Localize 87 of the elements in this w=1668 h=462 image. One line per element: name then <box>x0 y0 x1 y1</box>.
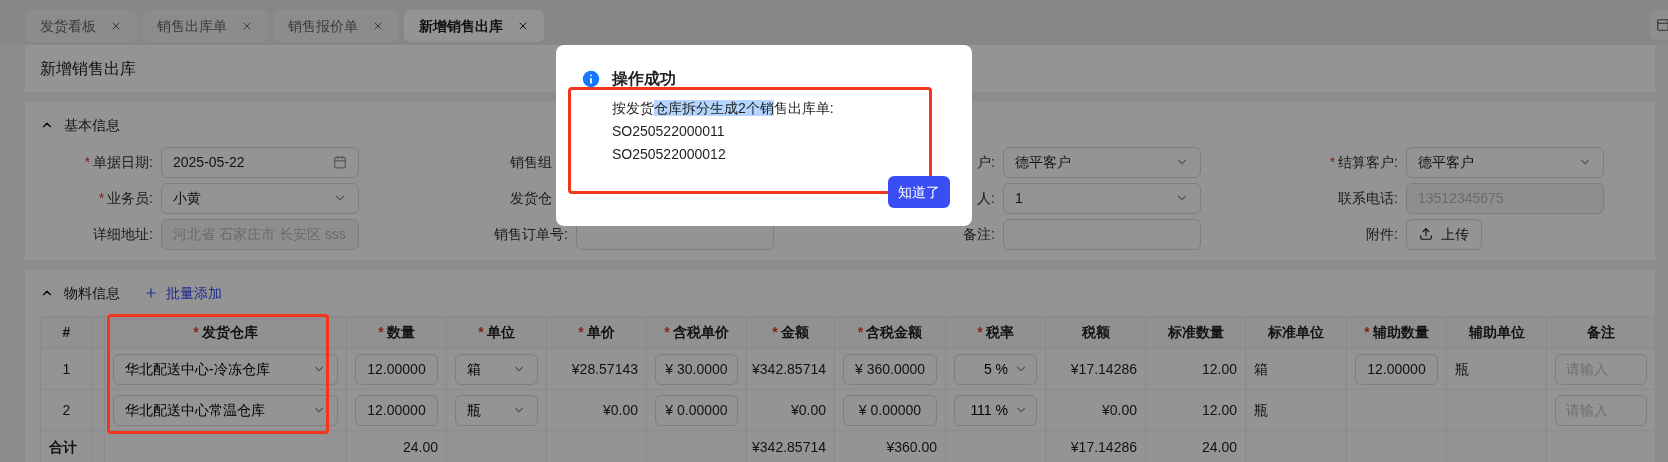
close-icon[interactable] <box>110 20 122 32</box>
table-cell-text: 合计 <box>49 438 77 457</box>
select-field[interactable]: 1 <box>1003 182 1201 214</box>
table-cell-text: ¥0.00 <box>790 400 826 420</box>
batch-add-button[interactable]: 批量添加 <box>144 282 222 304</box>
table-cell-text: 2 <box>62 400 71 420</box>
table-cell-text: 24.00 <box>402 438 438 457</box>
panel-icon <box>1656 18 1668 32</box>
close-icon[interactable] <box>241 20 253 32</box>
table-cell-text: ¥17.14286 <box>1070 359 1137 379</box>
info-icon <box>580 68 602 90</box>
input-field[interactable]: ¥ 0.00000 <box>655 394 738 426</box>
column-header: 标准数量 <box>1167 323 1224 342</box>
select-field[interactable]: 华北配送中心-冷冻仓库 <box>113 353 338 385</box>
table-cell-text: 瓶 <box>1455 359 1469 379</box>
acknowledge-button[interactable]: 知道了 <box>888 176 950 208</box>
table-cell-text: 12.00 <box>1201 359 1237 379</box>
field-label: 详细地址: <box>93 224 153 244</box>
select-field[interactable]: 小黄 <box>161 182 359 214</box>
table-cell-text: ¥0.00 <box>602 400 638 420</box>
field-label: 发货仓 <box>510 188 552 208</box>
section-title: 物料信息 <box>64 283 120 303</box>
column-header: * 单价 <box>578 323 615 342</box>
column-header: 辅助单位 <box>1468 323 1525 342</box>
select-field[interactable]: 5 % <box>954 353 1037 385</box>
field-label: * 单据日期: <box>84 152 153 172</box>
select-field[interactable]: 华北配送中心常温仓库 <box>113 394 338 426</box>
tab[interactable]: 销售出库单 <box>142 10 268 42</box>
input-field[interactable]: 12.00000 <box>355 353 438 385</box>
select-field[interactable]: 德平客户 <box>1406 146 1604 178</box>
column-header: * 税率 <box>977 323 1014 342</box>
table-cell-text: ¥28.57143 <box>571 359 638 379</box>
table-cell-text: 箱 <box>1254 359 1268 379</box>
field-label: 人: <box>977 188 995 208</box>
select-field[interactable]: 瓶 <box>455 394 538 426</box>
input-field[interactable]: ¥ 0.00000 <box>843 394 937 426</box>
plus-icon <box>144 286 158 300</box>
input-field[interactable]: ¥ 30.0000 <box>655 353 738 385</box>
close-icon[interactable] <box>517 20 529 32</box>
order-number: SO250522000012 <box>612 145 727 164</box>
field-label: 户: <box>977 152 995 172</box>
column-header: * 发货仓库 <box>193 323 258 342</box>
table-cell-text: ¥342.85714 <box>752 359 826 379</box>
column-header: # <box>62 323 71 342</box>
select-field[interactable]: 111 % <box>954 394 1037 426</box>
table-cell-text: ¥360.00 <box>886 438 937 457</box>
field-label: 附件: <box>1366 224 1398 244</box>
upload-icon <box>1419 227 1433 241</box>
table-cell-text: 24.00 <box>1201 438 1237 457</box>
column-header: * 单位 <box>478 323 515 342</box>
date-field[interactable]: 2025-05-22 <box>161 146 359 178</box>
table-cell-text: 1 <box>62 359 71 379</box>
field-label: 销售订单号: <box>494 224 568 244</box>
tab[interactable]: 新增销售出库 <box>404 10 544 42</box>
section-title: 基本信息 <box>64 115 120 135</box>
page-title: 新增销售出库 <box>40 58 136 79</box>
field-label: 销售组 <box>510 152 552 172</box>
order-number: SO250522000011 <box>612 122 726 141</box>
column-header: 备注 <box>1587 323 1615 342</box>
table-cell-text: ¥342.85714 <box>752 438 826 457</box>
dialog-message: 按发货仓库拆分生成2个销售出库单: <box>612 99 835 118</box>
upload-button[interactable]: 上传 <box>1406 218 1482 250</box>
tab[interactable]: 发货看板 <box>25 10 137 42</box>
column-header: * 金额 <box>772 323 809 342</box>
column-header: 标准单位 <box>1268 323 1324 342</box>
dialog-title: 操作成功 <box>612 69 676 89</box>
table-cell-text: 12.00 <box>1201 400 1237 420</box>
select-field[interactable]: 德平客户 <box>1003 146 1201 178</box>
select-field[interactable]: 箱 <box>455 353 538 385</box>
column-header: * 含税单价 <box>664 323 729 342</box>
column-header: * 辅助数量 <box>1364 323 1429 342</box>
field-label: * 结算客户: <box>1329 152 1398 172</box>
tab[interactable]: 销售报价单 <box>273 10 399 42</box>
table-cell-text: ¥0.00 <box>1101 400 1137 420</box>
field-label: 备注: <box>963 224 995 244</box>
field-label: 联系电话: <box>1338 188 1398 208</box>
calendar-icon <box>333 155 347 169</box>
input-field[interactable]: 12.00000 <box>355 394 438 426</box>
column-header: * 含税金额 <box>857 323 923 342</box>
table-cell-text: 瓶 <box>1254 400 1268 420</box>
column-header: 税额 <box>1081 323 1110 342</box>
input-field[interactable]: ¥ 360.0000 <box>843 353 937 385</box>
column-header: * 数量 <box>378 323 415 342</box>
close-icon[interactable] <box>372 20 384 32</box>
field-label: * 业务员: <box>98 188 153 208</box>
table-cell-text: ¥17.14286 <box>1070 438 1137 457</box>
input-field[interactable]: 12.00000 <box>1355 353 1438 385</box>
